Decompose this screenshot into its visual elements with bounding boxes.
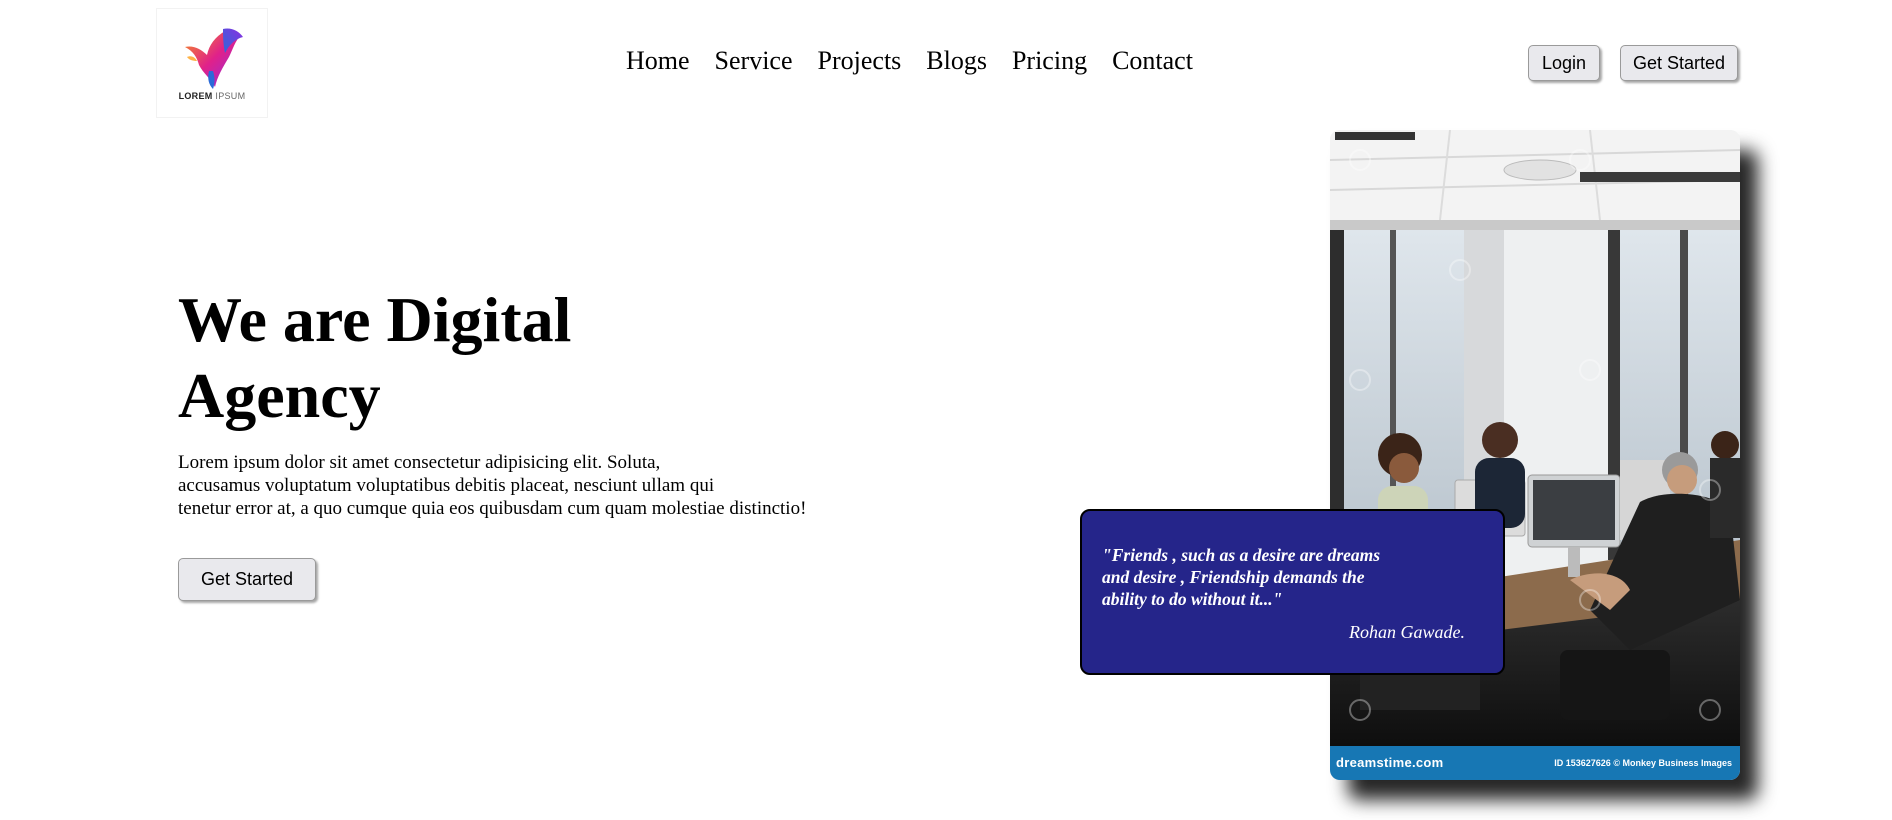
bird-logo-icon bbox=[185, 28, 243, 89]
watermark-credit: ID 153627626 © Monkey Business Images bbox=[1554, 758, 1732, 768]
nav-link-pricing[interactable]: Pricing bbox=[1012, 46, 1087, 76]
hero-description-line3: tenetur error at, a quo cumque quia eos … bbox=[178, 498, 807, 519]
quote-text: "Friends , such as a desire are dreams an… bbox=[1102, 544, 1442, 610]
hero-get-started-button[interactable]: Get Started bbox=[178, 558, 316, 601]
quote-card: "Friends , such as a desire are dreams an… bbox=[1080, 509, 1505, 675]
hero-description: Lorem ipsum dolor sit amet consectetur a… bbox=[178, 451, 878, 520]
brand-logo[interactable]: LOREM IPSUM bbox=[156, 8, 268, 118]
header-get-started-button[interactable]: Get Started bbox=[1620, 45, 1738, 81]
quote-author: Rohan Gawade. bbox=[1349, 622, 1465, 642]
hero-title: We are Digital Agency bbox=[178, 282, 738, 434]
quote-line2: and desire , Friendship demands the bbox=[1102, 567, 1365, 587]
nav-link-home[interactable]: Home bbox=[626, 46, 690, 76]
nav-link-projects[interactable]: Projects bbox=[818, 46, 902, 76]
quote-line1: "Friends , such as a desire are dreams bbox=[1102, 545, 1381, 565]
hero-description-line1: Lorem ipsum dolor sit amet consectetur a… bbox=[178, 452, 661, 473]
nav-link-blogs[interactable]: Blogs bbox=[926, 46, 987, 76]
logo-wordmark: LOREM IPSUM bbox=[178, 91, 246, 101]
photo-watermark-bar: dreamstime.com ID 153627626 © Monkey Bus… bbox=[1330, 746, 1740, 780]
office-photo: dreamstime.com ID 153627626 © Monkey Bus… bbox=[1330, 130, 1740, 780]
hero-title-line2: Agency bbox=[178, 360, 381, 431]
hero-description-line2: accusamus voluptatum voluptatibus debiti… bbox=[178, 475, 715, 496]
nav-link-service[interactable]: Service bbox=[715, 46, 793, 76]
hero-title-line1: We are Digital bbox=[178, 284, 572, 355]
login-button[interactable]: Login bbox=[1528, 45, 1600, 81]
quote-line3: ability to do without it..." bbox=[1102, 589, 1283, 609]
nav-link-contact[interactable]: Contact bbox=[1112, 46, 1193, 76]
main-navigation: Home Service Projects Blogs Pricing Cont… bbox=[626, 46, 1193, 76]
watermark-brand: dreamstime.com bbox=[1336, 755, 1444, 770]
